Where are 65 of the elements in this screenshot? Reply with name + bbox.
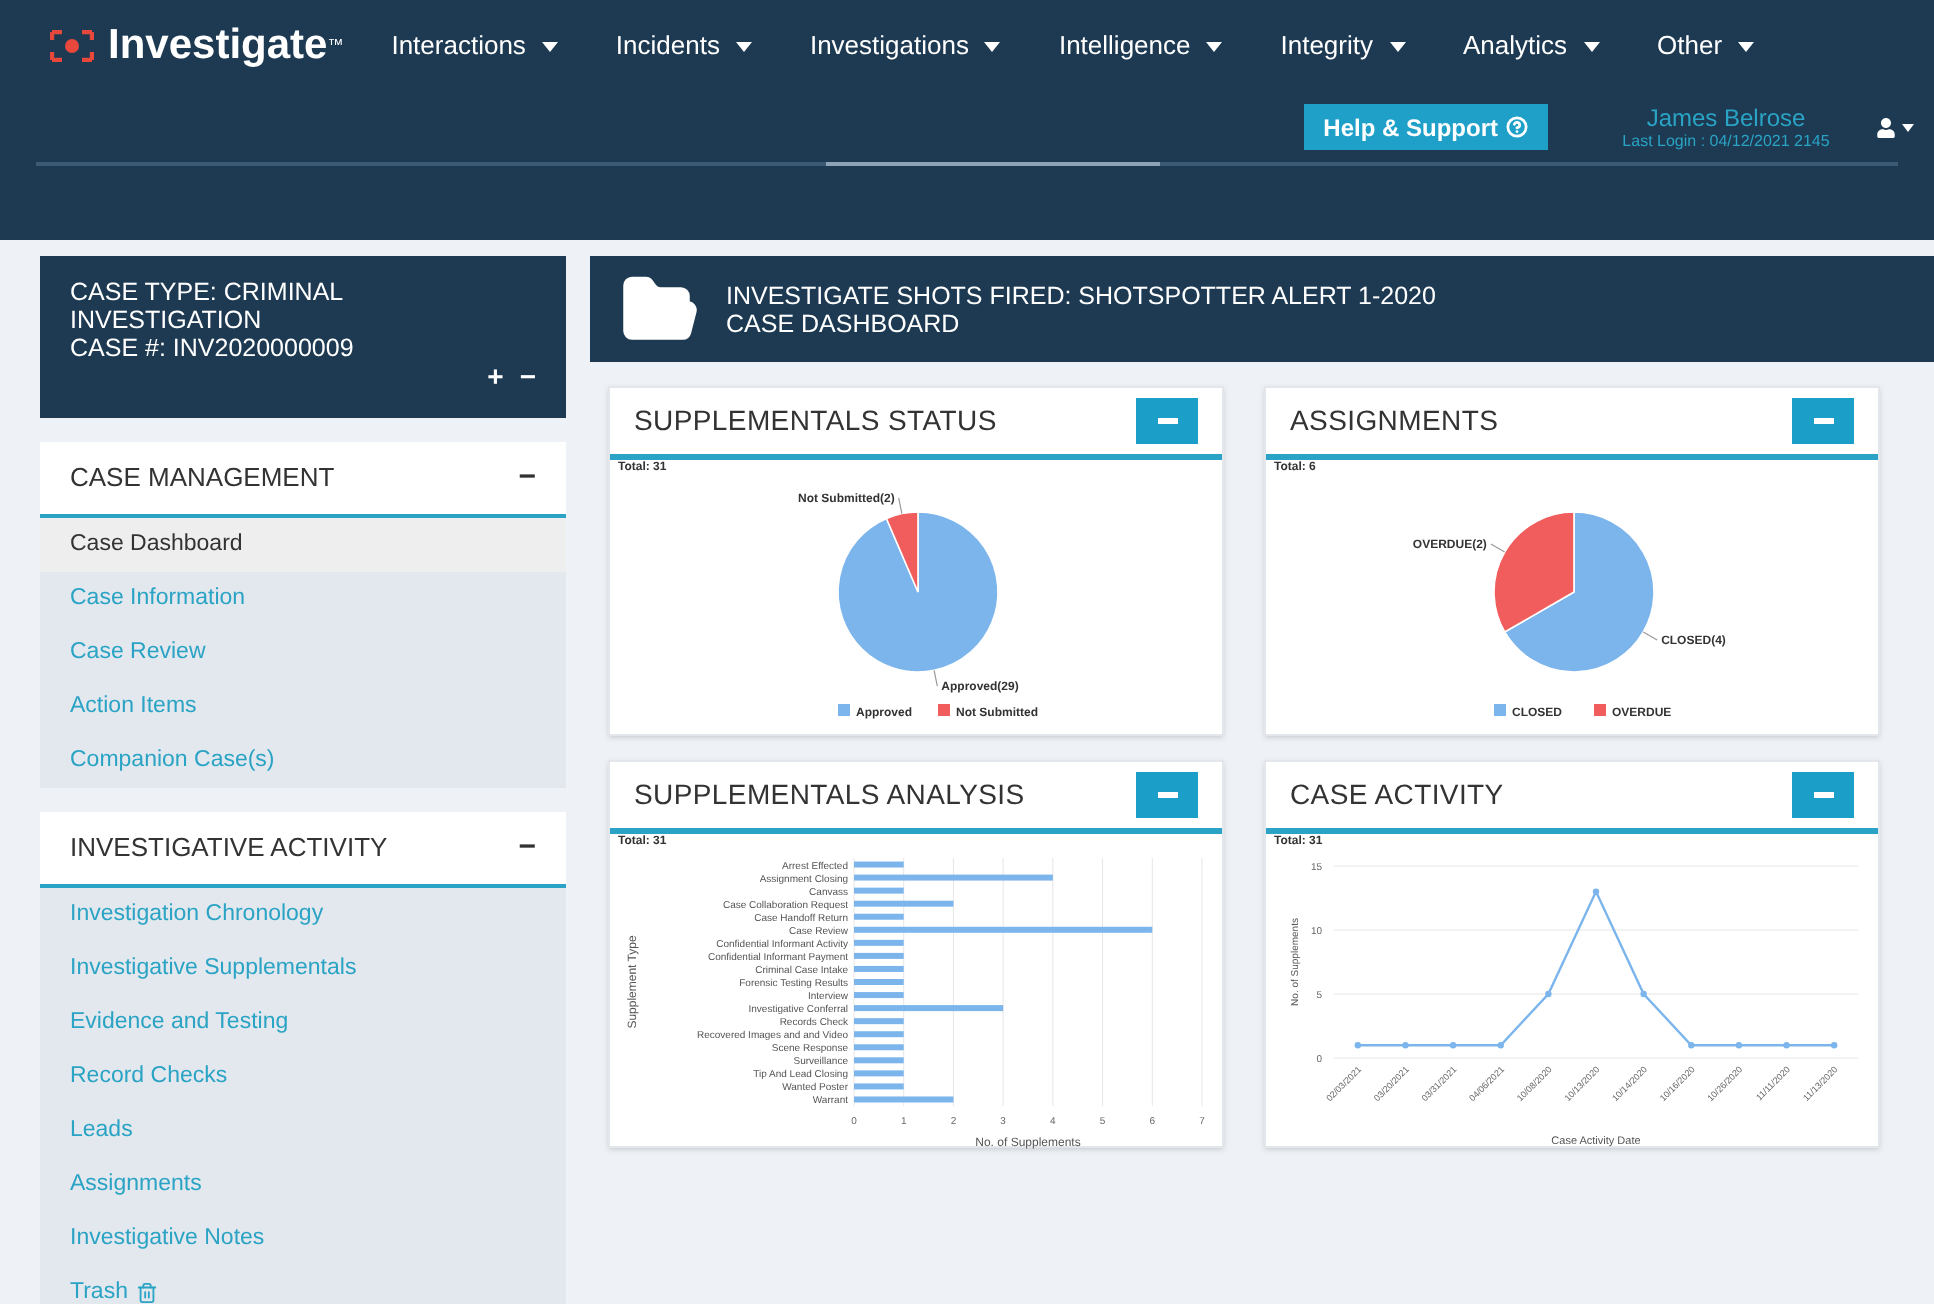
case-type: CASE TYPE: CRIMINAL INVESTIGATION xyxy=(70,278,345,334)
minus-icon xyxy=(1157,418,1177,424)
caret-icon xyxy=(541,41,558,51)
legend-swatch xyxy=(838,704,850,716)
legend-swatch xyxy=(1494,704,1506,716)
nav-menu[interactable]: Incidents xyxy=(615,26,752,66)
logo-text: Investigate$^{™}$ xyxy=(108,20,344,73)
data-point xyxy=(1497,1042,1504,1049)
nav-menu[interactable]: Integrity xyxy=(1280,26,1405,66)
data-point xyxy=(1402,1042,1409,1049)
data-point xyxy=(1640,990,1647,998)
nav-menu[interactable]: Other xyxy=(1657,26,1755,66)
collapse-button[interactable]: − xyxy=(518,825,536,871)
logo-icon xyxy=(50,30,94,62)
last-login: Last Login : 04/12/2021 2145 xyxy=(1622,131,1830,151)
leader-line xyxy=(933,669,938,687)
legend-swatch xyxy=(1594,704,1606,716)
card-title: CASE ACTIVITY xyxy=(1290,776,1504,814)
trash-icon xyxy=(135,1282,158,1304)
caret-icon xyxy=(1206,41,1223,51)
sidebar-item[interactable]: Case Dashboard xyxy=(40,518,566,572)
card-title: ASSIGNMENTS xyxy=(1290,402,1499,440)
nav-menu[interactable]: Interactions xyxy=(391,26,558,66)
collapse-button[interactable] xyxy=(1792,772,1854,818)
leader-line xyxy=(1490,543,1506,553)
data-point xyxy=(1783,1042,1790,1049)
case-subtitle: CASE DASHBOARD xyxy=(726,309,962,337)
collapse-button[interactable]: − xyxy=(518,455,536,501)
minus-icon xyxy=(1813,792,1833,798)
caret-icon xyxy=(1389,41,1405,51)
caret-icon xyxy=(1738,41,1755,51)
section-title: CASE MANAGEMENT xyxy=(70,460,335,497)
leader-line xyxy=(1642,631,1658,641)
card-title: SUPPLEMENTALS ANALYSIS xyxy=(634,776,1025,814)
data-point xyxy=(1545,990,1552,998)
card-title: SUPPLEMENTALS STATUS xyxy=(634,402,997,440)
collapse-button[interactable]: − xyxy=(519,362,536,390)
user-name: James Belrose xyxy=(1646,103,1806,131)
collapse-button[interactable] xyxy=(1136,398,1198,444)
caret-icon xyxy=(984,41,1001,51)
expand-button[interactable]: + xyxy=(487,362,504,390)
data-point xyxy=(1735,1042,1743,1049)
leader-line xyxy=(898,497,903,515)
collapse-button[interactable] xyxy=(1792,398,1854,444)
caret-icon xyxy=(1902,123,1914,131)
help-icon xyxy=(1506,116,1528,138)
data-point xyxy=(1592,888,1600,895)
minus-icon xyxy=(1813,418,1833,424)
collapse-button[interactable] xyxy=(1136,772,1198,818)
data-point xyxy=(1831,1042,1838,1049)
legend-swatch xyxy=(938,704,950,716)
case-title: INVESTIGATE SHOTS FIRED: SHOTSPOTTER ALERT 1-2020 xyxy=(726,281,1436,309)
caret-icon xyxy=(1583,41,1600,51)
minus-icon xyxy=(1157,792,1177,798)
data-point xyxy=(1449,1042,1457,1049)
case-number: CASE #: INV2020000009 xyxy=(70,334,356,362)
nav-menu[interactable]: Intelligence xyxy=(1058,26,1223,66)
data-point xyxy=(1354,1042,1361,1049)
user-icon xyxy=(1876,117,1896,137)
caret-icon xyxy=(735,41,752,51)
nav-menu[interactable]: Investigations xyxy=(809,26,1001,66)
nav-menu[interactable]: Analytics xyxy=(1463,26,1600,66)
section-title: INVESTIGATIVE ACTIVITY xyxy=(70,830,388,867)
data-point xyxy=(1688,1042,1695,1049)
user-menu[interactable] xyxy=(1876,117,1914,137)
